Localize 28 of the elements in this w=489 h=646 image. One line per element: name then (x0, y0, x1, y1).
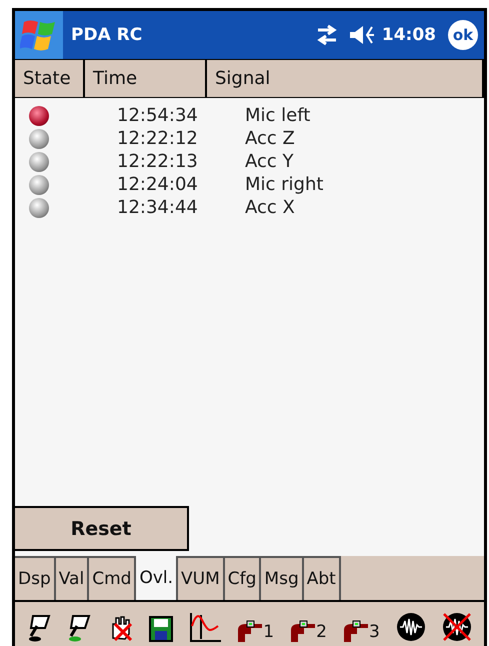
tab[interactable]: Abt (304, 556, 341, 600)
tab[interactable]: Cfg (224, 556, 262, 600)
tab[interactable]: Val (56, 556, 90, 600)
table-cell-text: Mic right (245, 174, 324, 195)
ok-button[interactable]: ok (448, 20, 478, 50)
window-title: PDA RC (71, 25, 144, 45)
column-header[interactable]: Signal (207, 59, 484, 97)
table-cell-text: 12:24:04 (117, 174, 199, 195)
column-header[interactable]: Time (85, 59, 207, 97)
table-cell-text: 12:22:12 (117, 128, 199, 149)
tab[interactable]: Cmd (89, 556, 136, 600)
table-cell-text: Acc Z (245, 128, 296, 149)
table-cell-text: 12:22:13 (117, 151, 199, 172)
toolbar-button[interactable]: 2 (290, 606, 327, 642)
clock[interactable]: 14:08 (382, 25, 436, 45)
table-cell-text: 12:34:44 (117, 197, 199, 218)
table-cell-text: Mic left (245, 105, 312, 126)
table-cell-text: Acc X (245, 197, 296, 218)
tab[interactable]: Dsp (15, 556, 56, 600)
toolbar-button[interactable]: 1 (237, 606, 274, 642)
table-cell-text: 12:54:34 (117, 105, 199, 126)
reset-button[interactable]: Reset (15, 506, 189, 551)
column-header[interactable]: State (15, 59, 85, 97)
table-cell-text: Acc Y (245, 151, 295, 172)
tab[interactable]: VUM (178, 556, 225, 600)
tab[interactable]: Msg (261, 556, 304, 600)
tab[interactable]: Ovl. (136, 556, 178, 600)
toolbar-button[interactable]: 3 (343, 606, 380, 642)
